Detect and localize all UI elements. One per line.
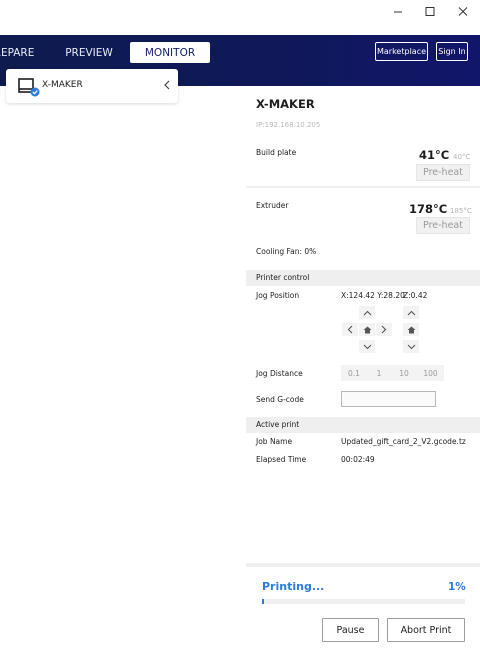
build-plate-current-temp: 41°C — [419, 148, 450, 162]
print-status: Printing... — [262, 580, 325, 593]
build-plate-label: Build plate — [256, 148, 297, 157]
abort-print-button[interactable]: Abort Print — [387, 618, 465, 642]
divider — [246, 186, 480, 188]
print-progress-fill — [262, 599, 264, 604]
jog-position-z: Z:0.42 — [403, 291, 428, 300]
active-print-title: Active print — [256, 420, 300, 429]
printer-ip: IP:192.168.10.205 — [256, 121, 321, 129]
jog-distance-label: Jog Distance — [256, 369, 303, 378]
tab-prepare[interactable]: REPARE — [0, 42, 34, 63]
jog-z-up-button[interactable] — [403, 306, 419, 319]
active-print-header: Active print — [246, 417, 480, 433]
pause-button[interactable]: Pause — [322, 618, 379, 642]
job-name-label: Job Name — [256, 437, 293, 446]
print-progress-bar — [262, 599, 465, 604]
jog-z-down-button[interactable] — [403, 340, 419, 353]
elapsed-time-value: 00:02:49 — [341, 455, 375, 464]
viewport-canvas — [0, 86, 246, 654]
extruder-preheat-button[interactable]: Pre-heat — [416, 217, 470, 234]
printer-connected-icon — [18, 78, 42, 98]
divider — [246, 563, 480, 567]
tab-monitor[interactable]: MONITOR — [130, 42, 210, 63]
jog-y-down-button[interactable] — [359, 340, 375, 353]
extruder-label: Extruder — [256, 201, 289, 210]
cooling-fan-status: Cooling Fan: 0% — [256, 247, 317, 256]
extruder-target-temp: 185°C — [450, 207, 472, 215]
printer-control-header: Printer control — [246, 270, 480, 286]
printer-selector[interactable]: X-MAKER — [6, 69, 178, 103]
jog-distance-option[interactable]: 100 — [417, 365, 444, 381]
printer-monitor-panel: X-MAKER IP:192.168.10.205 Build plate 41… — [246, 86, 480, 654]
extruder-current-temp: 178°C — [409, 202, 448, 216]
jog-distance-option[interactable]: 0.1 — [341, 365, 367, 381]
jog-y-up-button[interactable] — [359, 306, 375, 319]
chevron-left-icon[interactable] — [162, 79, 172, 94]
minimize-icon[interactable] — [384, 4, 412, 28]
jog-position-xy: X:124.42 Y:28.20 — [341, 291, 405, 300]
window-title-bar — [0, 0, 480, 35]
build-plate-preheat-button[interactable]: Pre-heat — [416, 164, 470, 181]
elapsed-time-label: Elapsed Time — [256, 455, 307, 464]
maximize-icon[interactable] — [416, 4, 444, 28]
send-gcode-input[interactable] — [341, 391, 436, 407]
printer-selector-name: X-MAKER — [42, 80, 83, 90]
printer-name: X-MAKER — [256, 97, 315, 111]
jog-distance-option[interactable]: 10 — [391, 365, 417, 381]
send-gcode-label: Send G-code — [256, 395, 304, 404]
jog-x-right-button[interactable] — [376, 323, 392, 336]
jog-distance-option[interactable]: 1 — [367, 365, 391, 381]
tab-preview[interactable]: PREVIEW — [62, 42, 116, 63]
home-xy-icon[interactable] — [359, 323, 375, 336]
sign-in-button[interactable]: Sign In — [436, 42, 468, 61]
build-plate-target-temp: 40°C — [453, 153, 471, 161]
jog-position-label: Jog Position — [256, 291, 300, 300]
close-icon[interactable] — [449, 4, 477, 28]
jog-x-left-button[interactable] — [342, 323, 358, 336]
print-percent: 1% — [448, 581, 466, 593]
marketplace-button[interactable]: Marketplace — [375, 42, 428, 61]
home-z-icon[interactable] — [403, 323, 419, 336]
printer-control-title: Printer control — [256, 273, 310, 282]
job-name-value: Updated_gift_card_2_V2.gcode.tz — [341, 437, 466, 446]
